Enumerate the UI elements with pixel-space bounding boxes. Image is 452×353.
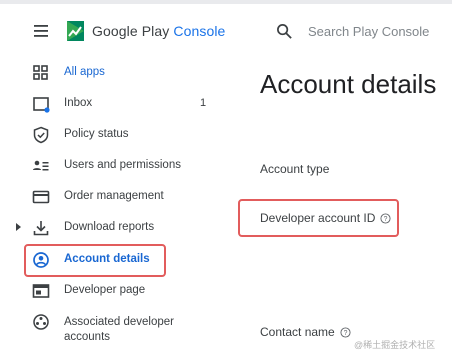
field-label-account-type: Account type [260, 162, 329, 176]
sidebar-item-label: Download reports [64, 221, 155, 233]
sidebar-item-policy-status[interactable]: Policy status [26, 120, 171, 150]
sidebar-item-download-reports[interactable]: Download reports [26, 213, 171, 243]
svg-text:?: ? [343, 330, 347, 337]
play-console-logo-icon [67, 21, 84, 41]
grid-icon [33, 65, 48, 80]
top-edge [0, 0, 452, 4]
help-icon[interactable]: ? [340, 327, 351, 338]
sidebar-item-label: Inbox [64, 97, 93, 109]
expand-caret-icon[interactable] [16, 223, 21, 231]
sidebar-item-label: All apps [64, 66, 105, 78]
watermark: @稀土掘金技术社区 [354, 340, 436, 350]
field-label-text: Contact name [260, 325, 335, 339]
field-label-text: Account type [260, 162, 330, 176]
linked-accounts-icon [33, 314, 49, 330]
sidebar-item-users-and-permissions[interactable]: Users and permissions [26, 151, 181, 181]
field-label-contact-name: Contact name ? [260, 325, 351, 339]
app-brand[interactable]: Google Play Console [92, 23, 225, 39]
sidebar-item-order-management[interactable]: Order management [26, 182, 171, 212]
page-title: Account details [260, 69, 437, 99]
web-page-icon [32, 284, 50, 298]
credit-card-icon [32, 190, 50, 204]
sidebar-item-all-apps[interactable]: All apps [26, 58, 171, 88]
sidebar-item-label: Developer page [64, 284, 146, 296]
highlight-box-developer-account-id [238, 199, 399, 237]
users-list-icon [33, 160, 49, 171]
sidebar-item-label-line2: accounts [64, 331, 111, 343]
brand-google-play: Google Play [92, 23, 170, 39]
inbox-icon [33, 97, 50, 113]
brand-console: Console [173, 23, 226, 39]
sidebar-item-label: Associated developer [64, 316, 174, 328]
shield-check-icon [33, 126, 49, 144]
sidebar-item-label: Order management [64, 190, 164, 202]
sidebar-item-label: Users and permissions [64, 159, 181, 171]
sidebar-item-developer-page[interactable]: Developer page [26, 276, 171, 306]
sidebar-item-inbox[interactable]: Inbox 1 [26, 89, 206, 119]
download-icon [33, 221, 49, 236]
search-icon[interactable] [276, 23, 293, 40]
menu-icon[interactable] [33, 22, 51, 40]
sidebar-item-associated-developer-accounts[interactable]: Associated developer accounts [26, 307, 174, 347]
sidebar-item-label: Policy status [64, 128, 129, 140]
highlight-box-account-details [24, 244, 166, 277]
inbox-count-badge: 1 [200, 97, 207, 109]
search-input[interactable]: Search Play Console [308, 24, 429, 39]
